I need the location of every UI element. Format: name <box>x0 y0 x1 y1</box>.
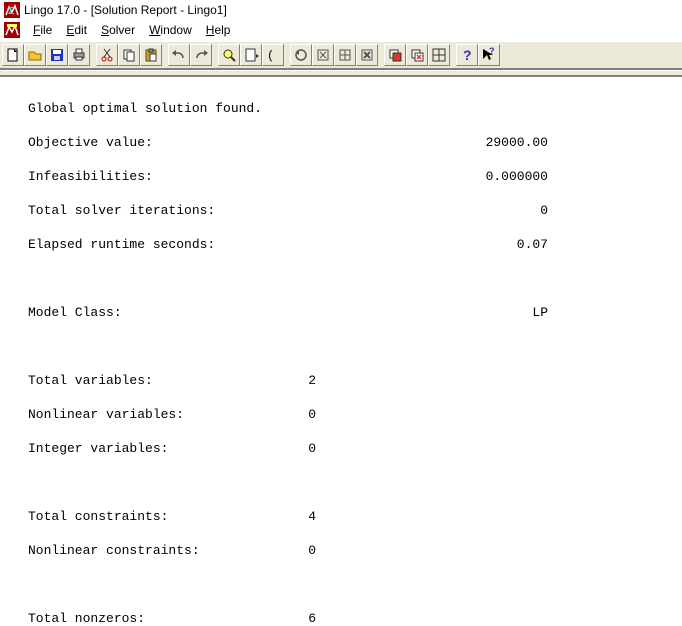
label: Infeasibilities: <box>28 168 228 185</box>
tile-windows-button[interactable] <box>428 44 450 66</box>
value: 0.000000 <box>228 168 548 185</box>
match-parenthesis-button[interactable]: ( ) <box>262 44 284 66</box>
menu-solver[interactable]: Solver <box>94 22 142 38</box>
menu-window[interactable]: Window <box>142 22 199 38</box>
status-line: Global optimal solution found. <box>28 100 228 117</box>
solve-button[interactable] <box>290 44 312 66</box>
value: 0.07 <box>228 236 548 253</box>
close-all-button[interactable] <box>406 44 428 66</box>
menu-edit[interactable]: Edit <box>59 22 94 38</box>
label: Elapsed runtime seconds: <box>28 236 228 253</box>
save-button[interactable] <box>46 44 68 66</box>
label: Total nonzeros: <box>28 610 228 626</box>
help-button[interactable]: ? <box>456 44 478 66</box>
svg-text:Σ: Σ <box>8 6 14 17</box>
toolbar: ( ) ? ? <box>0 40 682 70</box>
new-file-button[interactable] <box>2 44 24 66</box>
label: Total constraints: <box>28 508 228 525</box>
value: 2 <box>228 372 316 389</box>
print-button[interactable] <box>68 44 90 66</box>
svg-text:?: ? <box>463 47 472 63</box>
menu-file[interactable]: File <box>26 22 59 38</box>
paste-function-button[interactable] <box>240 44 262 66</box>
value: LP <box>228 304 548 321</box>
document-top-edge <box>0 70 682 77</box>
menu-bar: File Edit Solver Window Help <box>0 20 682 40</box>
label: Objective value: <box>28 134 228 151</box>
svg-text:?: ? <box>489 47 495 56</box>
undo-button[interactable] <box>168 44 190 66</box>
label: Nonlinear constraints: <box>28 542 228 559</box>
window-title: Lingo 17.0 - [Solution Report - Lingo1] <box>24 3 227 17</box>
document-icon <box>4 22 20 38</box>
solution-report: Global optimal solution found. Objective… <box>0 77 682 626</box>
label: Model Class: <box>28 304 228 321</box>
value: 0 <box>228 542 316 559</box>
paste-button[interactable] <box>140 44 162 66</box>
label: Integer variables: <box>28 440 228 457</box>
value: 0 <box>228 202 548 219</box>
redo-button[interactable] <box>190 44 212 66</box>
context-help-button[interactable]: ? <box>478 44 500 66</box>
find-button[interactable] <box>218 44 240 66</box>
value: 0 <box>228 406 316 423</box>
options-button[interactable] <box>356 44 378 66</box>
label: Nonlinear variables: <box>28 406 228 423</box>
cut-button[interactable] <box>96 44 118 66</box>
value: 6 <box>228 610 316 626</box>
svg-text:( ): ( ) <box>267 49 281 63</box>
value: 29000.00 <box>228 134 548 151</box>
solution-button[interactable] <box>312 44 334 66</box>
open-file-button[interactable] <box>24 44 46 66</box>
label: Total solver iterations: <box>28 202 228 219</box>
copy-button[interactable] <box>118 44 140 66</box>
app-icon: Σ <box>4 2 20 18</box>
send-to-back-button[interactable] <box>384 44 406 66</box>
label: Total variables: <box>28 372 228 389</box>
value: 0 <box>228 440 316 457</box>
title-bar: Σ Lingo 17.0 - [Solution Report - Lingo1… <box>0 0 682 20</box>
menu-help[interactable]: Help <box>199 22 238 38</box>
value: 4 <box>228 508 316 525</box>
matrix-picture-button[interactable] <box>334 44 356 66</box>
